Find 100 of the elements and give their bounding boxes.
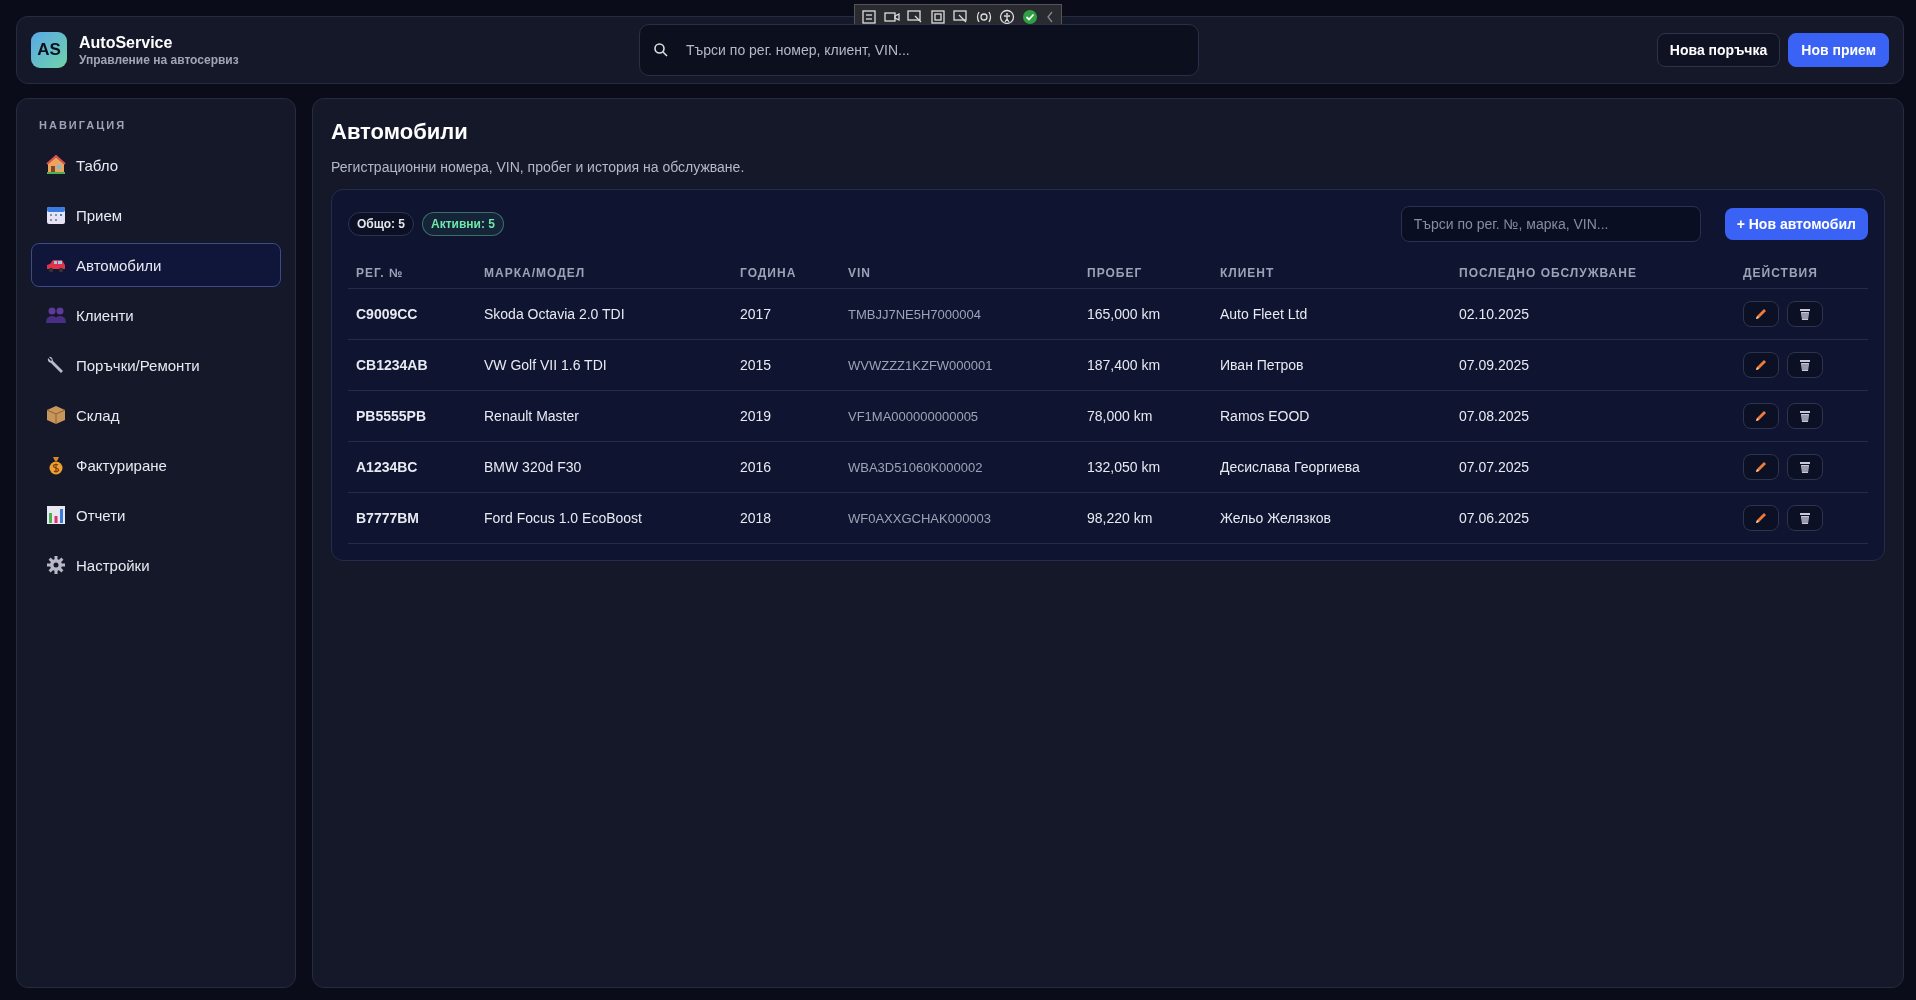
delete-button[interactable] <box>1787 454 1823 480</box>
table-cell: 187,400 km <box>1079 339 1212 391</box>
table-cell: 2017 <box>732 288 840 340</box>
box-icon <box>46 405 66 425</box>
table-cell: 07.08.2025 <box>1451 390 1735 442</box>
nav-item[interactable]: Табло <box>31 143 281 187</box>
add-car-button[interactable]: + Нов автомобил <box>1724 208 1868 240</box>
square-icon[interactable] <box>930 9 946 25</box>
count-badge: Активни: 5 <box>422 212 504 236</box>
table-cell: PB5555PB <box>348 390 476 442</box>
chevron-icon[interactable] <box>1045 9 1055 25</box>
column-header: VIN <box>840 252 1079 289</box>
nav-item[interactable]: Автомобили <box>31 243 281 287</box>
video-camera-icon[interactable] <box>884 9 900 25</box>
column-header: МАРКА/МОДЕЛ <box>476 252 732 289</box>
table-cell: TMBJJ7NE5H7000004 <box>840 288 1079 340</box>
waves-icon[interactable] <box>976 9 992 25</box>
table-cell: WF0AXXGCHAK000003 <box>840 492 1079 544</box>
edit-button[interactable] <box>1743 301 1779 327</box>
nav-item[interactable]: Склад <box>31 393 281 437</box>
table-cell: 2016 <box>732 441 840 493</box>
trash-icon <box>1798 358 1812 372</box>
nav-item[interactable]: Отчети <box>31 493 281 537</box>
trash-icon <box>1798 460 1812 474</box>
table-cell: 02.10.2025 <box>1451 288 1735 340</box>
table-cell: Ramos EOOD <box>1212 390 1451 442</box>
logo: AS <box>31 32 67 68</box>
search-icon <box>653 42 669 58</box>
column-header: ДЕЙСТВИЯ <box>1735 252 1868 289</box>
trash-icon <box>1798 409 1812 423</box>
pencil-icon <box>1754 358 1768 372</box>
table-cell: Иван Петров <box>1212 339 1451 391</box>
table-cell: 132,050 km <box>1079 441 1212 493</box>
table-cell: Ford Focus 1.0 EcoBoost <box>476 492 732 544</box>
table-cell: 2015 <box>732 339 840 391</box>
edit-button[interactable] <box>1743 352 1779 378</box>
table-cell: VW Golf VII 1.6 TDI <box>476 339 732 391</box>
table-cell: 78,000 km <box>1079 390 1212 442</box>
nav-item[interactable]: Клиенти <box>31 293 281 337</box>
page-subtitle: Регистрационни номера, VIN, пробег и история на обслужване. <box>331 159 746 175</box>
table-cell: WVWZZZ1KZFW000001 <box>840 339 1079 391</box>
table-cell: 98,220 km <box>1079 492 1212 544</box>
table-cell: Skoda Octavia 2.0 TDI <box>476 288 732 340</box>
delete-button[interactable] <box>1787 505 1823 531</box>
table-cell: 2018 <box>732 492 840 544</box>
table-cell: C9009CC <box>348 288 476 340</box>
count-badge: Общо: 5 <box>348 212 415 236</box>
edit-button[interactable] <box>1743 505 1779 531</box>
table-cell: Десислава Георгиева <box>1212 441 1451 493</box>
check-circle-icon[interactable] <box>1022 9 1038 25</box>
table-cell: B7777BM <box>348 492 476 544</box>
nav-item[interactable]: Прием <box>31 193 281 237</box>
new-intake-button[interactable]: Нов прием <box>1788 33 1889 67</box>
page-title: Автомобили <box>331 119 469 145</box>
table-cell: BMW 320d F30 <box>476 441 732 493</box>
table-cell: CB1234AB <box>348 339 476 391</box>
nav-item[interactable]: Фактуриране <box>31 443 281 487</box>
search-field[interactable]: Търси по рег. №, марка, VIN... <box>1400 206 1701 242</box>
app-name: AutoService <box>79 33 174 52</box>
pencil-icon <box>1754 307 1768 321</box>
nav-item[interactable]: Поръчки/Ремонти <box>31 343 281 387</box>
column-header: ПРОБЕГ <box>1079 252 1212 289</box>
people-icon <box>46 305 66 325</box>
column-header: ПОСЛЕДНО ОБСЛУЖВАНЕ <box>1451 252 1735 289</box>
delete-button[interactable] <box>1787 403 1823 429</box>
gear-icon <box>46 555 66 575</box>
delete-button[interactable] <box>1787 301 1823 327</box>
nav-heading: НАВИГАЦИЯ <box>38 119 128 133</box>
new-order-button[interactable]: Нова поръчка <box>1656 33 1781 67</box>
table-cell: 2019 <box>732 390 840 442</box>
column-header: КЛИЕНТ <box>1212 252 1451 289</box>
column-header: РЕГ. № <box>348 252 476 289</box>
table-cell: 07.09.2025 <box>1451 339 1735 391</box>
column-header: ГОДИНА <box>732 252 840 289</box>
table-cell: WBA3D51060K000002 <box>840 441 1079 493</box>
table-cell: 165,000 km <box>1079 288 1212 340</box>
edit-button[interactable] <box>1743 454 1779 480</box>
pencil-icon <box>1754 460 1768 474</box>
table-cell: VF1MA000000000005 <box>840 390 1079 442</box>
table-cell: Жельо Желязков <box>1212 492 1451 544</box>
table-cell: 07.06.2025 <box>1451 492 1735 544</box>
trash-icon <box>1798 307 1812 321</box>
accessibility-icon[interactable] <box>999 9 1015 25</box>
search-field[interactable]: Търси по рег. номер, клиент, VIN... <box>639 24 1199 76</box>
wrench-icon <box>46 355 66 375</box>
trash-icon <box>1798 511 1812 525</box>
pencil-icon <box>1754 409 1768 423</box>
table-cell: Renault Master <box>476 390 732 442</box>
table-cell: Auto Fleet Ltd <box>1212 288 1451 340</box>
list-icon[interactable] <box>861 9 877 25</box>
nav-item[interactable]: Настройки <box>31 543 281 587</box>
app-tagline: Управление на автосервиз <box>79 52 240 67</box>
calendar-icon <box>46 205 66 225</box>
pencil-icon <box>1754 511 1768 525</box>
edit-button[interactable] <box>1743 403 1779 429</box>
house-icon <box>46 155 66 175</box>
table-cell: 07.07.2025 <box>1451 441 1735 493</box>
bar-chart-icon <box>46 505 66 525</box>
delete-button[interactable] <box>1787 352 1823 378</box>
table-cell: A1234BC <box>348 441 476 493</box>
